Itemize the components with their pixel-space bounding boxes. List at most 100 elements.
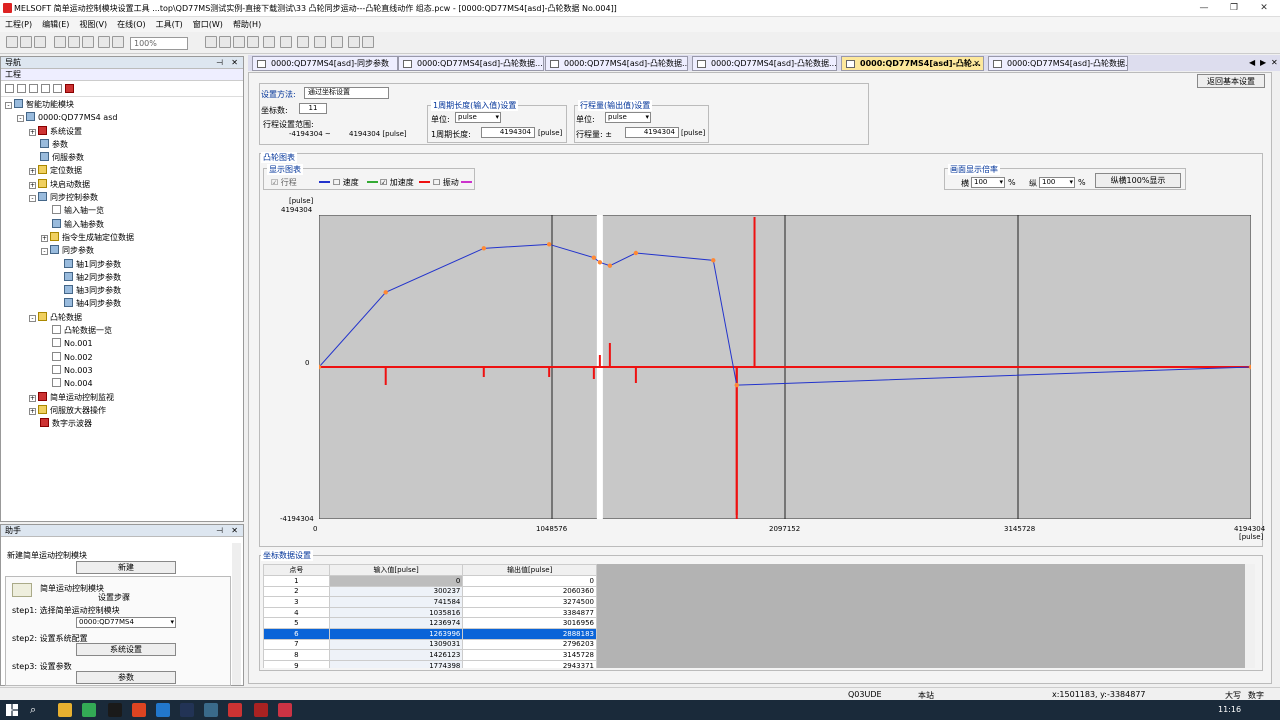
- menu-item-0[interactable]: 工程(P): [0, 17, 37, 32]
- taskbar-app-icon[interactable]: [58, 703, 72, 717]
- search-icon[interactable]: ⌕: [30, 703, 36, 717]
- table-cell[interactable]: 3016956: [462, 617, 597, 629]
- table-cell[interactable]: 9: [263, 659, 330, 668]
- table-row[interactable]: 9 1774398 2943371: [263, 659, 597, 668]
- toolbar-button-14[interactable]: [297, 36, 309, 48]
- tree-item[interactable]: 输入轴一览: [5, 204, 243, 217]
- table-cell[interactable]: 0: [328, 575, 464, 587]
- tree-item[interactable]: 数字示波器: [5, 417, 243, 430]
- table-cell[interactable]: 2943371: [462, 659, 597, 668]
- list-icon[interactable]: [29, 84, 38, 93]
- back-basic-settings-button[interactable]: 返回基本设置: [1197, 74, 1265, 88]
- tree-item[interactable]: No.001: [5, 337, 243, 350]
- h-ratio-select[interactable]: 100: [971, 177, 1005, 188]
- toolbar-button-3[interactable]: [54, 36, 66, 48]
- menu-item-2[interactable]: 视图(V): [74, 17, 112, 32]
- tree-item[interactable]: + 指令生成轴定位数据: [5, 231, 243, 244]
- taskbar-app-icon[interactable]: [204, 703, 218, 717]
- taskbar-app-icon[interactable]: [180, 703, 194, 717]
- filter-icon[interactable]: [41, 84, 50, 93]
- tree-item[interactable]: 轴3同步参数: [5, 284, 243, 297]
- tab-cam-3[interactable]: 0000:QD77MS4[asd]-凸轮数据...: [692, 56, 837, 71]
- tree-item[interactable]: - 同步控制参数: [5, 191, 243, 204]
- toolbar-button-8[interactable]: [205, 36, 217, 48]
- table-cell[interactable]: 741584: [328, 596, 464, 608]
- toolbar-button-7[interactable]: [112, 36, 124, 48]
- cam-chart[interactable]: [319, 215, 1251, 519]
- toolbar-button-18[interactable]: [362, 36, 374, 48]
- zoom-select[interactable]: 100%: [130, 37, 188, 50]
- tree-item[interactable]: + 块启动数据: [5, 178, 243, 191]
- minimize-icon[interactable]: —: [1196, 1, 1212, 15]
- close-icon[interactable]: ✕: [973, 57, 980, 70]
- table-cell[interactable]: 1426123: [328, 649, 464, 661]
- menu-item-4[interactable]: 工具(T): [151, 17, 188, 32]
- menu-item-6[interactable]: 帮助(H): [228, 17, 266, 32]
- table-row[interactable]: 6 1263996 2888183: [263, 627, 597, 640]
- tree-item[interactable]: + 简单运动控制监视: [5, 391, 243, 404]
- table-cell[interactable]: 6: [263, 627, 330, 640]
- taskbar-app-icon[interactable]: [156, 703, 170, 717]
- toolbar-button-13[interactable]: [280, 36, 292, 48]
- table-cell[interactable]: 1035816: [328, 606, 464, 619]
- toolbar-button-10[interactable]: [233, 36, 245, 48]
- v-ratio-select[interactable]: 100: [1039, 177, 1075, 188]
- tab-next-icon[interactable]: ▶: [1260, 58, 1266, 67]
- menu-item-3[interactable]: 在线(O): [112, 17, 151, 32]
- table-cell[interactable]: 1263996: [328, 627, 464, 640]
- table-cell[interactable]: 8: [263, 649, 330, 661]
- table-cell[interactable]: 3145728: [462, 649, 597, 661]
- menu-item-1[interactable]: 编辑(E): [37, 17, 74, 32]
- table-cell[interactable]: 5: [263, 617, 330, 629]
- expand-icon[interactable]: +: [29, 181, 36, 189]
- close-icon[interactable]: ✕: [1256, 1, 1272, 15]
- table-cell[interactable]: 1236974: [328, 617, 464, 629]
- pin-icon[interactable]: ⊣: [216, 58, 223, 67]
- table-row[interactable]: 4 1035816 3384877: [263, 606, 597, 619]
- expand-icon[interactable]: +: [29, 168, 36, 176]
- tree-item[interactable]: - 同步参数: [5, 244, 243, 257]
- collapse-icon[interactable]: [17, 84, 26, 93]
- refresh-icon[interactable]: [53, 84, 62, 93]
- new-button[interactable]: 新建: [76, 561, 176, 574]
- table-scrollbar[interactable]: [1245, 564, 1255, 668]
- close-icon[interactable]: ✕: [231, 58, 238, 67]
- taskbar-app-icon[interactable]: [108, 703, 122, 717]
- collapse-icon[interactable]: -: [5, 102, 12, 109]
- toolbar-button-4[interactable]: [68, 36, 80, 48]
- toolbar-button-17[interactable]: [348, 36, 360, 48]
- cycle-length-input[interactable]: 4194304: [481, 127, 535, 138]
- table-cell[interactable]: 300237: [328, 585, 464, 598]
- tree-item[interactable]: 输入轴参数: [5, 218, 243, 231]
- table-cell[interactable]: 2888183: [462, 627, 597, 640]
- windows-start-icon[interactable]: [6, 704, 18, 716]
- table-cell[interactable]: 1309031: [328, 638, 464, 651]
- method-value[interactable]: 通过坐标设置: [304, 87, 389, 99]
- toolbar-button-0[interactable]: [6, 36, 18, 48]
- full-display-button[interactable]: 纵横100%显示: [1095, 173, 1181, 188]
- toolbar-button-9[interactable]: [219, 36, 231, 48]
- table-cell[interactable]: 3: [263, 596, 330, 608]
- jerk-checkbox[interactable]: ☐ 振动: [433, 177, 459, 188]
- tree-item[interactable]: + 伺服放大器操作: [5, 404, 243, 417]
- collapse-icon[interactable]: -: [41, 248, 48, 256]
- table-cell[interactable]: 1: [263, 575, 330, 587]
- close-icon[interactable]: ✕: [231, 526, 238, 535]
- tree-item[interactable]: No.004: [5, 377, 243, 390]
- stroke-input[interactable]: 4194304: [625, 127, 679, 138]
- tab-prev-icon[interactable]: ◀: [1249, 58, 1255, 67]
- toolbar-button-6[interactable]: [98, 36, 110, 48]
- table-cell[interactable]: 7: [263, 638, 330, 651]
- tab-cam-1[interactable]: 0000:QD77MS4[asd]-凸轮数据...: [398, 56, 544, 71]
- table-row[interactable]: 2 300237 2060360: [263, 585, 597, 598]
- table-cell[interactable]: 1774398: [328, 659, 464, 668]
- stroke-checkbox[interactable]: ☑ 行程: [271, 177, 297, 188]
- expand-icon[interactable]: [5, 84, 14, 93]
- expand-icon[interactable]: +: [41, 234, 48, 242]
- cycle-unit-select[interactable]: pulse: [455, 112, 501, 123]
- table-cell[interactable]: 4: [263, 606, 330, 619]
- toolbar-button-1[interactable]: [20, 36, 32, 48]
- table-row[interactable]: 3 741584 3274500: [263, 596, 597, 608]
- parameter-button[interactable]: 参数: [76, 671, 176, 684]
- tree-item[interactable]: - 0000:QD77MS4 asd: [5, 111, 243, 124]
